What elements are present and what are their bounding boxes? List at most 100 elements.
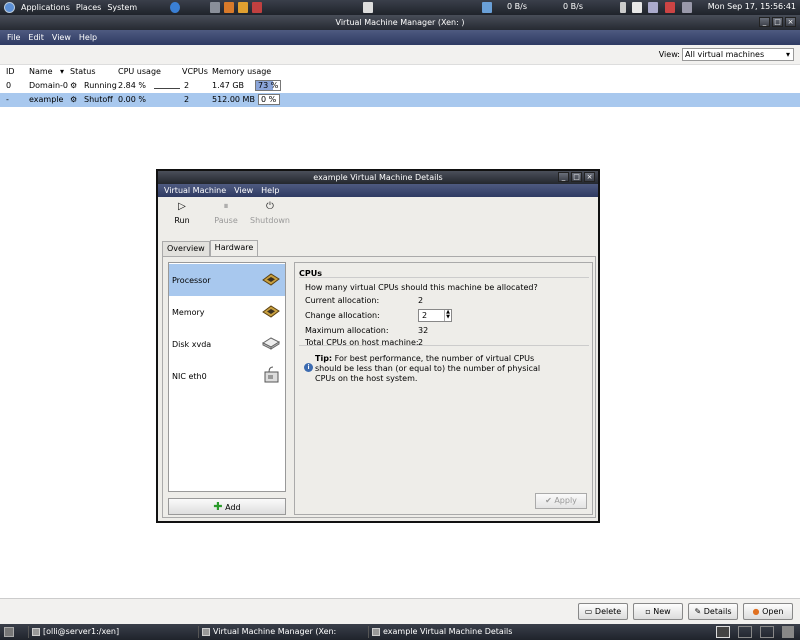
vm-name: Domain-0	[29, 81, 69, 90]
apply-button[interactable]: ✔ Apply	[535, 493, 587, 509]
help-icon[interactable]	[170, 2, 180, 13]
check-icon: ✔	[545, 496, 552, 505]
cpu-chip-icon	[262, 273, 280, 286]
delete-button[interactable]: ▭ Delete	[578, 603, 628, 620]
app-icon	[372, 628, 380, 636]
tray-icon	[682, 2, 692, 13]
pause-label: Pause	[214, 216, 238, 225]
clock[interactable]: Mon Sep 17, 15:56:41	[708, 2, 796, 11]
workspace-switcher[interactable]	[716, 626, 730, 638]
running-icon: ⚙	[70, 81, 78, 90]
tray-icon	[665, 2, 675, 13]
col-id[interactable]: ID	[6, 67, 15, 76]
hw-item-memory[interactable]: Memory	[169, 296, 285, 328]
memory-chip-icon	[262, 305, 280, 318]
hw-item-nic[interactable]: NIC eth0	[169, 360, 285, 392]
menu-edit[interactable]: Edit	[28, 33, 44, 42]
hw-item-label: Processor	[172, 276, 211, 285]
close-button[interactable]: ×	[785, 17, 796, 27]
workspace-switcher[interactable]	[738, 626, 752, 638]
task-vm-details[interactable]: example Virtual Machine Details	[368, 626, 538, 638]
view-select[interactable]: All virtual machines ▾	[682, 48, 794, 61]
vm-details-dialog: example Virtual Machine Details _ □ × Vi…	[156, 169, 600, 523]
vm-row-domain0[interactable]: 0 Domain-0 ⚙ Running 2.84 % 2 1.47 GB 73…	[0, 79, 800, 93]
main-window-title: Virtual Machine Manager (Xen: ) _ □ ×	[0, 15, 800, 30]
shutdown-label: Shutdown	[250, 216, 290, 225]
menu-help[interactable]: Help	[261, 186, 279, 195]
vm-row-example[interactable]: - example ⚙ Shutoff 0.00 % 2 512.00 MB 0…	[0, 93, 800, 107]
hw-item-label: Disk xvda	[172, 340, 212, 349]
system-menu[interactable]: System	[107, 3, 137, 12]
col-vcpus[interactable]: VCPUs	[182, 67, 208, 76]
launcher-icon[interactable]	[210, 2, 220, 13]
run-button[interactable]: ▷ Run	[162, 201, 202, 225]
dialog-titlebar: example Virtual Machine Details _ □ ×	[158, 171, 598, 184]
terminal-icon	[32, 628, 40, 636]
change-allocation-value: 2	[422, 311, 428, 320]
tab-overview[interactable]: Overview	[162, 241, 210, 256]
vm-list-header: ID Name ▾ Status CPU usage VCPUs Memory …	[0, 65, 800, 78]
menu-help[interactable]: Help	[79, 33, 97, 42]
vm-status: Shutoff	[84, 95, 113, 104]
hw-item-processor[interactable]: Processor	[169, 264, 285, 296]
vm-memory: 512.00 MB	[212, 95, 255, 104]
task-vm-manager-label: Virtual Machine Manager (Xen: serv...	[213, 627, 337, 640]
terminal-icon[interactable]	[363, 2, 373, 13]
launcher-icon[interactable]	[224, 2, 234, 13]
info-icon: i	[304, 363, 313, 372]
current-allocation-value: 2	[418, 296, 424, 305]
gnome-foot-icon[interactable]	[4, 2, 15, 13]
window-title: Virtual Machine Manager (Xen: )	[335, 18, 465, 27]
minimize-button[interactable]: _	[558, 172, 569, 182]
tab-hardware[interactable]: Hardware	[209, 240, 259, 256]
sort-arrow-icon: ▾	[60, 67, 65, 76]
applications-menu[interactable]: Applications	[21, 3, 70, 12]
close-button[interactable]: ×	[584, 172, 595, 182]
change-allocation-label: Change allocation:	[305, 311, 380, 320]
vm-cpu: 0.00 %	[118, 95, 146, 104]
add-hardware-button[interactable]: ✚ Add	[168, 498, 286, 515]
menu-file[interactable]: File	[7, 33, 20, 42]
task-terminal[interactable]: [olli@server1:/xen]	[28, 626, 188, 638]
memory-meter: 0 %	[258, 94, 280, 105]
vm-cpu: 2.84 %	[118, 81, 146, 90]
disk-drive-icon	[261, 337, 281, 350]
delete-icon: ▭	[584, 607, 595, 616]
menu-virtual-machine[interactable]: Virtual Machine	[164, 186, 226, 195]
new-label: New	[653, 607, 671, 616]
places-menu[interactable]: Places	[76, 3, 101, 12]
tray-icon	[632, 2, 642, 13]
memory-meter: 73 %	[255, 80, 281, 91]
view-filter-bar: View: All virtual machines ▾	[0, 45, 800, 65]
shutdown-button[interactable]: ⏻ Shutdown	[250, 201, 290, 225]
col-name[interactable]: Name	[29, 67, 53, 76]
spinner-arrows-icon[interactable]: ▲ ▼	[444, 310, 451, 321]
minimize-button[interactable]: _	[759, 17, 770, 27]
menu-view[interactable]: View	[234, 186, 253, 195]
pause-button[interactable]: ⏸ Pause	[206, 201, 246, 225]
dialog-toolbar: ▷ Run ⏸ Pause ⏻ Shutdown	[158, 197, 598, 237]
workspace-switcher[interactable]	[760, 626, 774, 638]
delete-label: Delete	[594, 607, 622, 616]
col-memory[interactable]: Memory usage	[212, 67, 271, 76]
menu-view[interactable]: View	[52, 33, 71, 42]
task-vm-details-label: example Virtual Machine Details	[383, 627, 513, 636]
change-allocation-spinner[interactable]: 2 ▲ ▼	[418, 309, 452, 322]
maximize-button[interactable]: □	[571, 172, 582, 182]
col-status[interactable]: Status	[70, 67, 96, 76]
shutoff-icon: ⚙	[70, 95, 78, 104]
show-desktop-icon[interactable]	[4, 627, 14, 637]
trash-icon[interactable]	[782, 626, 794, 638]
main-menubar: File Edit View Help	[0, 30, 800, 45]
launcher-icon[interactable]	[252, 2, 262, 13]
launcher-icon[interactable]	[238, 2, 248, 13]
open-button[interactable]: ● Open	[743, 603, 793, 620]
tray-icon	[620, 2, 626, 13]
maximize-button[interactable]: □	[772, 17, 783, 27]
hw-item-disk[interactable]: Disk xvda	[169, 328, 285, 360]
col-cpu[interactable]: CPU usage	[118, 67, 161, 76]
task-vm-manager[interactable]: Virtual Machine Manager (Xen: serv...	[198, 626, 362, 640]
vm-status: Running	[84, 81, 117, 90]
new-button[interactable]: ▫ New	[633, 603, 683, 620]
details-button[interactable]: ✎ Details	[688, 603, 738, 620]
